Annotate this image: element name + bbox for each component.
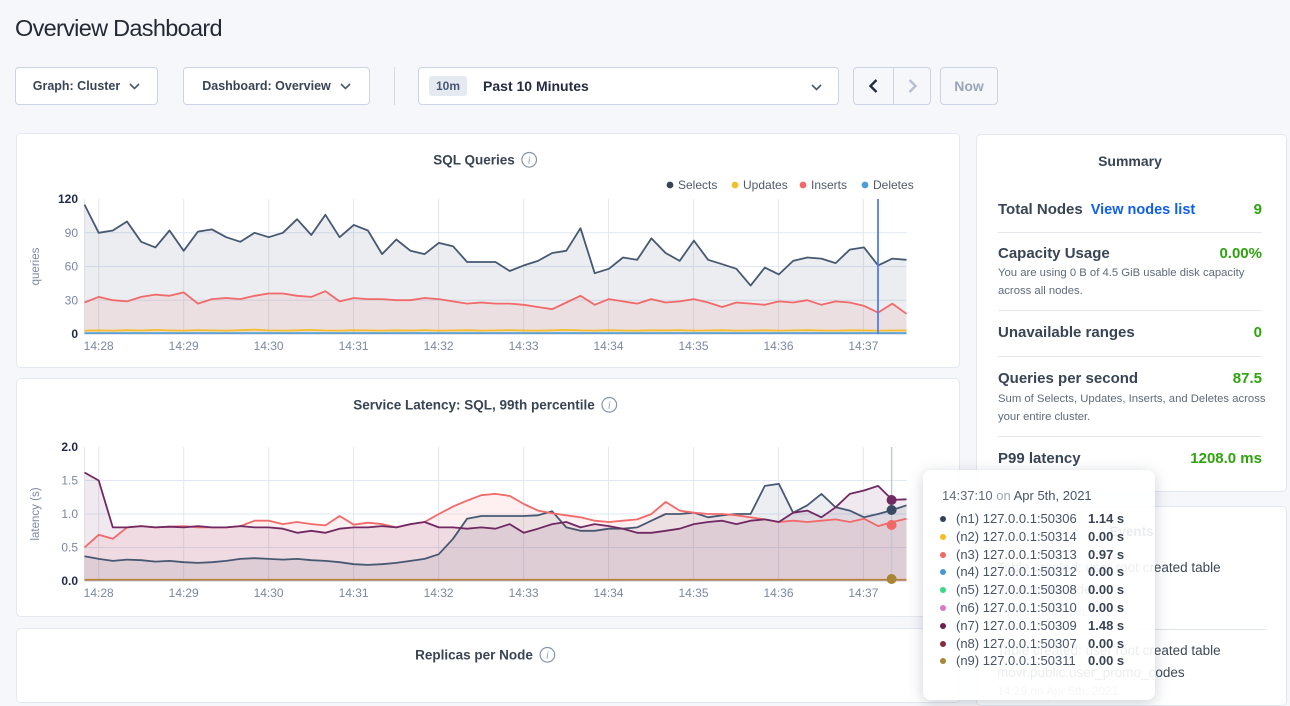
svg-text:2.0: 2.0 [61,440,78,454]
svg-text:14:28: 14:28 [84,586,114,600]
svg-text:1.5: 1.5 [61,474,78,488]
svg-text:14:32: 14:32 [424,586,454,600]
svg-text:90: 90 [65,226,79,240]
svg-text:60: 60 [65,260,79,274]
svg-text:120: 120 [58,192,78,206]
svg-text:14:35: 14:35 [678,586,708,600]
svg-text:14:36: 14:36 [763,339,793,353]
svg-text:14:36: 14:36 [763,586,793,600]
svg-text:Selects: Selects [678,178,717,192]
svg-text:14:33: 14:33 [509,586,539,600]
svg-text:14:29: 14:29 [169,586,199,600]
svg-text:14:31: 14:31 [339,339,369,353]
svg-text:14:30: 14:30 [254,586,284,600]
svg-text:Inserts: Inserts [811,178,847,192]
svg-text:14:33: 14:33 [509,339,539,353]
svg-text:0.0: 0.0 [61,574,78,588]
svg-text:14:37: 14:37 [848,586,878,600]
svg-text:latency (s): latency (s) [30,487,42,540]
svg-text:14:34: 14:34 [593,586,623,600]
svg-text:i: i [546,650,549,661]
svg-text:queries: queries [30,247,42,285]
svg-text:14:34: 14:34 [593,339,623,353]
svg-text:14:35: 14:35 [678,339,708,353]
svg-text:14:30: 14:30 [254,339,284,353]
svg-text:SQL Queries: SQL Queries [433,153,515,168]
svg-text:0: 0 [71,327,78,341]
svg-text:14:28: 14:28 [84,339,114,353]
svg-text:i: i [528,155,531,166]
svg-text:30: 30 [65,293,79,307]
svg-text:1.0: 1.0 [61,507,78,521]
svg-text:14:37: 14:37 [848,339,878,353]
svg-text:14:32: 14:32 [424,339,454,353]
svg-text:14:31: 14:31 [339,586,369,600]
svg-text:Updates: Updates [743,178,788,192]
svg-text:0.5: 0.5 [61,541,78,555]
svg-text:14:29: 14:29 [169,339,199,353]
svg-text:i: i [608,400,611,411]
svg-text:Deletes: Deletes [873,178,914,192]
svg-text:Replicas per Node: Replicas per Node [415,648,533,663]
svg-text:Service Latency: SQL, 99th per: Service Latency: SQL, 99th percentile [353,398,595,413]
